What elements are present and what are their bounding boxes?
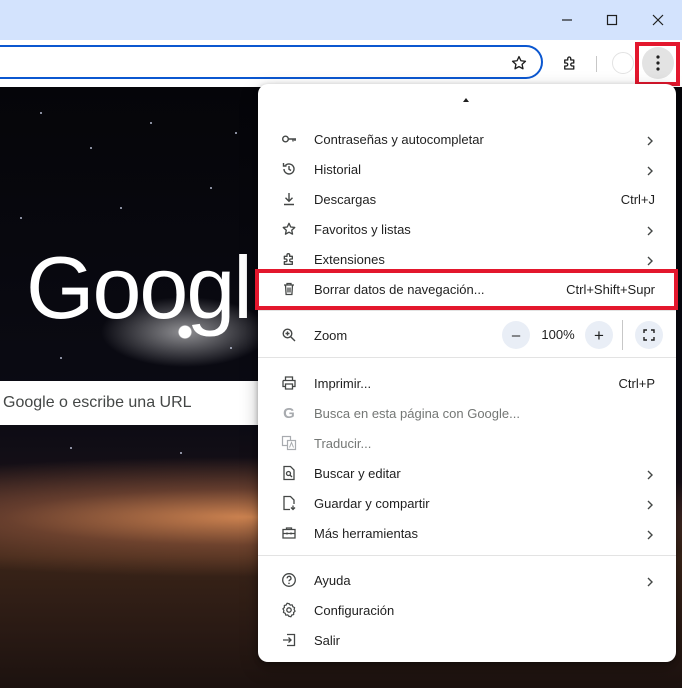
star-dot xyxy=(20,217,22,219)
fullscreen-button[interactable] xyxy=(635,321,663,349)
menu-item-translate: Traducir... xyxy=(258,428,676,458)
menu-button-highlight xyxy=(635,42,680,86)
menu-item-label: Busca en esta página con Google... xyxy=(314,405,520,421)
menu-separator xyxy=(258,310,676,311)
zoom-icon xyxy=(281,327,297,343)
star-icon[interactable] xyxy=(504,48,534,78)
star-dot xyxy=(60,357,62,359)
menu-item-shortcut: Ctrl+J xyxy=(620,191,655,207)
menu-item-label: Traducir... xyxy=(314,435,372,451)
star-dot xyxy=(90,147,92,149)
close-icon[interactable] xyxy=(636,4,680,36)
menu-item-label: Configuración xyxy=(314,602,395,618)
address-bar[interactable] xyxy=(0,45,543,79)
chevron-right-icon xyxy=(646,467,654,485)
help-icon xyxy=(281,572,297,588)
chevron-right-icon xyxy=(646,574,654,592)
menu-item-settings[interactable]: Configuración xyxy=(258,595,676,625)
search-input[interactable]: Google o escribe una URL xyxy=(0,381,270,425)
chevron-right-icon xyxy=(646,163,654,181)
menu-caret-icon xyxy=(463,98,469,102)
menu-item-passwords[interactable]: Contraseñas y autocompletar xyxy=(258,124,676,154)
menu-item-bookmarks[interactable]: Favoritos y listas xyxy=(258,214,676,244)
fullscreen-icon xyxy=(643,329,655,341)
star-dot xyxy=(235,132,237,134)
print-icon xyxy=(281,375,297,391)
exit-icon xyxy=(281,632,297,648)
menu-separator xyxy=(258,357,676,358)
zoom-in-button[interactable]: + xyxy=(585,321,613,349)
settings-icon xyxy=(281,602,297,618)
menu-item-label: Favoritos y listas xyxy=(314,221,411,237)
star-dot xyxy=(40,112,42,114)
menu-item-save-share[interactable]: Guardar y compartir xyxy=(258,488,676,518)
google-g-icon: G xyxy=(283,404,295,422)
menu-item-label: Imprimir... xyxy=(314,375,372,391)
star-dot xyxy=(70,447,72,449)
star-dot xyxy=(230,347,232,349)
menu-item-help[interactable]: Ayuda xyxy=(258,565,676,595)
star-dot xyxy=(120,207,122,209)
maximize-icon[interactable] xyxy=(590,4,634,36)
menu-item-label: Ayuda xyxy=(314,572,351,588)
download-icon xyxy=(281,191,297,207)
menu-item-label: Descargas xyxy=(314,191,377,207)
menu-item-find-edit[interactable]: Buscar y editar xyxy=(258,458,676,488)
menu-item-search-google: G Busca en esta página con Google... xyxy=(258,398,676,428)
menu-separator xyxy=(258,555,676,556)
zoom-value: 100% xyxy=(541,327,575,342)
key-icon xyxy=(281,131,297,147)
menu-item-downloads[interactable]: Descargas Ctrl+J xyxy=(258,184,676,214)
zoom-separator xyxy=(622,320,623,350)
save-file-icon xyxy=(281,495,297,511)
profile-icon[interactable] xyxy=(612,52,634,74)
find-page-icon xyxy=(281,465,297,481)
menu-item-label: Buscar y editar xyxy=(314,465,401,481)
history-icon xyxy=(281,161,297,177)
translate-icon xyxy=(281,435,297,451)
chevron-right-icon xyxy=(646,223,654,241)
zoom-out-button[interactable]: – xyxy=(502,321,530,349)
menu-item-label: Guardar y compartir xyxy=(314,495,430,511)
extensions-icon[interactable] xyxy=(555,48,585,78)
toolbar-separator xyxy=(596,56,597,72)
star-dot xyxy=(180,452,182,454)
menu-item-more-tools[interactable]: Más herramientas xyxy=(258,518,676,548)
star-dot xyxy=(150,122,152,124)
star-dot xyxy=(210,187,212,189)
title-bar xyxy=(0,0,682,40)
menu-item-history[interactable]: Historial xyxy=(258,154,676,184)
minus-icon: – xyxy=(511,326,521,344)
toolbar xyxy=(0,40,682,87)
toolbox-icon xyxy=(281,525,297,541)
chevron-right-icon xyxy=(646,527,654,545)
minimize-icon[interactable] xyxy=(545,4,589,36)
chevron-right-icon xyxy=(646,497,654,515)
menu-item-label: Salir xyxy=(314,632,341,648)
menu-item-print[interactable]: Imprimir... Ctrl+P xyxy=(258,368,676,398)
menu-item-label: Historial xyxy=(314,161,361,177)
zoom-label: Zoom xyxy=(314,327,348,343)
menu-item-label: Contraseñas y autocompletar xyxy=(314,131,484,147)
star-icon xyxy=(281,221,297,237)
google-logo: Googl xyxy=(26,238,253,337)
menu-item-shortcut: Ctrl+P xyxy=(618,375,655,391)
chevron-right-icon xyxy=(646,133,654,151)
menu-item-zoom: Zoom xyxy=(258,320,676,350)
extensions-icon xyxy=(281,251,297,267)
chrome-menu: Contraseñas y autocompletar Historial De… xyxy=(258,84,676,662)
clear-data-highlight xyxy=(255,269,678,310)
search-placeholder: Google o escribe una URL xyxy=(3,394,192,411)
menu-item-label: Extensiones xyxy=(314,251,385,267)
plus-icon: + xyxy=(594,325,604,345)
menu-item-exit[interactable]: Salir xyxy=(258,625,676,655)
menu-item-label: Más herramientas xyxy=(314,525,419,541)
